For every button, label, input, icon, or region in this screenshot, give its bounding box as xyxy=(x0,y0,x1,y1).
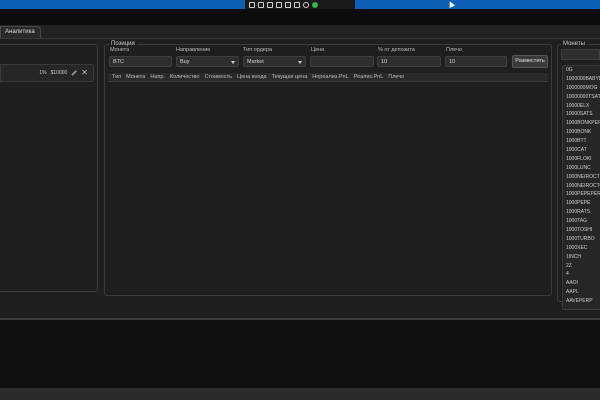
list-item[interactable]: 1000NEIROCT xyxy=(563,173,600,182)
tab-label: Аналитика xyxy=(5,29,35,35)
column-header[interactable]: Реализ.PnL xyxy=(354,74,384,80)
column-header[interactable]: Нереализ.PnL xyxy=(312,74,348,80)
coin-value: BTC xyxy=(113,59,124,65)
list-item[interactable]: 1000XEC xyxy=(563,244,600,253)
list-item[interactable]: 1000000MOG xyxy=(563,84,600,93)
settings-icon[interactable] xyxy=(303,1,309,8)
list-item[interactable]: 1000FLOKI xyxy=(563,155,600,164)
coin-label: Монета xyxy=(110,47,130,53)
screen-icon[interactable] xyxy=(285,1,291,8)
pause-icon[interactable] xyxy=(294,1,300,8)
order-type-value: Market xyxy=(247,59,264,65)
record-icon[interactable] xyxy=(249,1,255,8)
chevron-down-icon xyxy=(298,61,302,64)
deposit-label: % от депозита xyxy=(378,47,415,53)
order-type-select[interactable]: Market xyxy=(243,56,306,67)
list-item[interactable]: 2Z xyxy=(563,262,600,271)
list-item[interactable]: 4 xyxy=(563,270,600,279)
coin-search-input[interactable] xyxy=(561,49,600,60)
column-header[interactable]: Тип xyxy=(112,74,121,80)
status-bar xyxy=(0,388,600,400)
account-card: 1% $10000 ✕ xyxy=(0,64,94,82)
column-header[interactable]: Напр. xyxy=(150,74,165,80)
direction-select[interactable]: Buy xyxy=(176,56,239,67)
list-item[interactable]: 1000PEPEPERP xyxy=(563,190,600,199)
risk-percent: 1% xyxy=(39,70,47,76)
camera-icon[interactable] xyxy=(258,1,264,8)
status-check-icon[interactable] xyxy=(312,1,318,8)
direction-value: Buy xyxy=(180,59,190,65)
tab-bar xyxy=(0,25,600,39)
edit-icon[interactable] xyxy=(71,70,77,76)
list-item[interactable]: AAVEPERP xyxy=(563,297,600,306)
list-item[interactable]: 1000BONKPERP xyxy=(563,119,600,128)
list-item[interactable]: 1000TOSHI xyxy=(563,226,600,235)
column-header[interactable]: Стоимость xyxy=(204,74,232,80)
close-icon[interactable]: ✕ xyxy=(81,69,88,77)
list-item[interactable]: AAPL xyxy=(563,288,600,297)
leverage-value: 10 xyxy=(449,59,456,65)
price-input[interactable] xyxy=(310,56,374,67)
column-header[interactable]: Количество xyxy=(170,74,200,80)
positions-table-header: Тип Монета Напр. Количество Стоимость Це… xyxy=(108,73,548,82)
log-pane xyxy=(0,320,600,388)
chevron-down-icon xyxy=(231,61,235,64)
coin-input[interactable]: BTC xyxy=(109,56,172,67)
list-item[interactable]: 1000CAT xyxy=(563,146,600,155)
balance-amount: $10000 xyxy=(50,70,68,76)
capture-toolbar xyxy=(245,0,355,9)
list-item[interactable]: 1000BONK xyxy=(563,128,600,137)
list-item[interactable]: 1000TAG xyxy=(563,217,600,226)
list-item[interactable]: AAOI xyxy=(563,279,600,288)
list-item[interactable]: 1000RATS xyxy=(563,208,600,217)
list-item[interactable]: 10000000TSAT xyxy=(563,93,600,102)
list-item[interactable]: 1000LUNC xyxy=(563,164,600,173)
coins-list[interactable]: 0G 1000000BABYD 1000000MOG 10000000TSAT … xyxy=(562,65,600,310)
order-type-label: Тип ордера xyxy=(243,47,273,53)
list-item[interactable]: 1INCH xyxy=(563,253,600,262)
deposit-input[interactable]: 10 xyxy=(377,56,441,67)
leverage-input[interactable]: 10 xyxy=(445,56,507,67)
column-header[interactable]: Текущая цена xyxy=(272,74,308,80)
list-item[interactable]: 1000PEPE xyxy=(563,199,600,208)
region-capture-icon[interactable] xyxy=(276,1,282,8)
deposit-value: 10 xyxy=(381,59,388,65)
leverage-label: Плечо xyxy=(446,47,462,53)
list-item[interactable]: 1000TURBO xyxy=(563,235,600,244)
place-order-button[interactable]: Разместить xyxy=(512,55,548,68)
list-item[interactable]: 0G xyxy=(563,66,600,75)
price-label: Цена xyxy=(311,47,325,53)
menu-strip xyxy=(0,9,600,25)
window-capture-icon[interactable] xyxy=(267,1,273,8)
list-item[interactable]: 10000SATS xyxy=(563,110,600,119)
list-item[interactable]: 1000000BABYD xyxy=(563,75,600,84)
coins-title: Монеты xyxy=(561,41,587,48)
column-header[interactable]: Монета xyxy=(126,74,145,80)
list-item[interactable]: 10000ELX xyxy=(563,102,600,111)
tab-analytics[interactable]: Аналитика xyxy=(0,26,41,38)
column-header[interactable]: Плечо xyxy=(388,74,404,80)
list-item[interactable]: 1000NEIROCTO xyxy=(563,182,600,191)
direction-label: Направление xyxy=(176,47,211,53)
column-header[interactable]: Цена входа xyxy=(237,74,267,80)
list-item[interactable]: 1000BTT xyxy=(563,137,600,146)
